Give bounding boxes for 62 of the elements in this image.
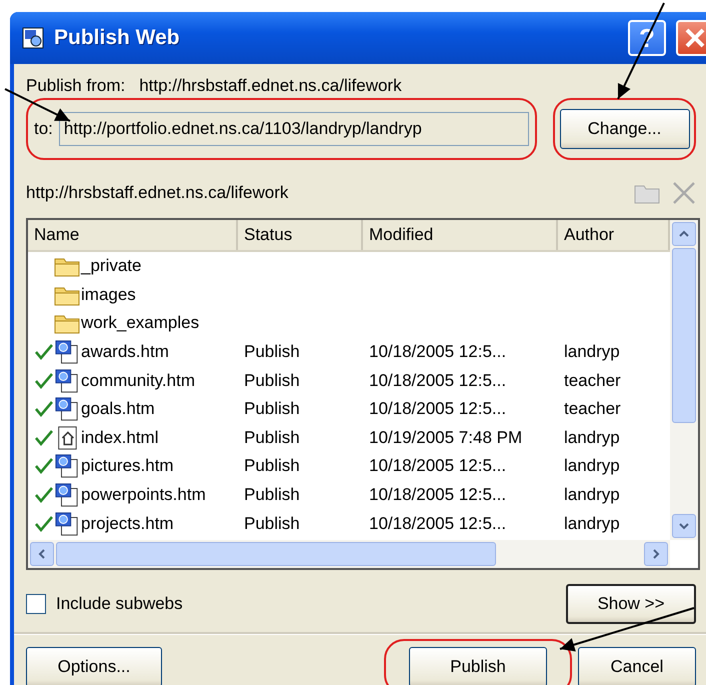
web-page-icon <box>54 512 80 536</box>
author-cell-text: landryp <box>563 485 621 506</box>
horizontal-scrollbar[interactable] <box>28 540 670 568</box>
close-icon <box>684 27 706 49</box>
file-name: goals.htm <box>81 399 155 420</box>
status-cell-text: Publish <box>243 399 301 420</box>
show-button[interactable]: Show >> <box>566 584 696 624</box>
file-name: images <box>81 284 136 305</box>
author-cell-text: landryp <box>563 428 621 448</box>
column-header[interactable]: Modified <box>363 220 558 250</box>
left-caret-icon[interactable] <box>37 549 47 559</box>
file-name: powerpoints.htm <box>81 485 206 506</box>
modified-cell-text: 10/19/2005 7:48 PM <box>368 428 524 448</box>
modified-cell-text: 10/18/2005 12:5... <box>368 370 508 391</box>
window-title: Publish Web <box>54 26 181 50</box>
author-cell-text: teacher <box>563 399 622 420</box>
cancel-button[interactable]: Cancel <box>578 647 696 685</box>
web-page-icon <box>54 454 80 478</box>
modified-cell-text: 10/18/2005 12:5... <box>368 342 508 362</box>
options-button[interactable]: Options... <box>26 647 162 685</box>
file-name: awards.htm <box>81 342 169 362</box>
file-name: pictures.htm <box>81 456 174 476</box>
file-name: index.html <box>81 428 158 448</box>
up-caret-icon[interactable] <box>679 229 689 239</box>
right-caret-icon[interactable] <box>651 549 661 559</box>
status-cell-text: Publish <box>243 485 301 506</box>
file-name: community.htm <box>81 370 195 391</box>
change-button[interactable]: Change... <box>560 109 690 149</box>
column-header[interactable]: Status <box>238 220 363 250</box>
destination-field[interactable]: http://portfolio.ednet.ns.ca/1103/landryp/landryp <box>58 112 530 146</box>
web-page-icon <box>54 340 80 364</box>
field-label: to: <box>34 119 53 139</box>
app-icon <box>22 27 44 49</box>
current-path: http://hrsbstaff.ednet.ns.ca/lifework <box>26 183 290 203</box>
author-cell-text: teacher <box>563 370 622 391</box>
modified-cell-text: 10/18/2005 12:5... <box>368 485 508 506</box>
field-label: Publish from: <box>26 76 126 96</box>
status-cell-text: Publish <box>243 456 301 476</box>
status-cell-text: Publish <box>243 428 301 448</box>
web-page-icon <box>54 368 80 393</box>
checkbox[interactable] <box>26 594 46 614</box>
author-cell-text: landryp <box>563 514 621 534</box>
file-name: projects.htm <box>81 514 174 534</box>
file-name: work_examples <box>81 313 200 334</box>
status-cell-text: Publish <box>243 514 301 534</box>
publish-button[interactable]: Publish <box>409 647 547 685</box>
author-cell-text: landryp <box>563 342 621 362</box>
down-caret-icon[interactable] <box>679 521 689 531</box>
column-header[interactable]: Name <box>28 220 238 250</box>
file-name: _private <box>81 256 142 276</box>
checkbox-label: Include subwebs <box>56 594 184 614</box>
status-cell-text: Publish <box>243 370 301 391</box>
source-url: http://hrsbstaff.ednet.ns.ca/lifework <box>139 76 402 96</box>
modified-cell-text: 10/18/2005 12:5... <box>368 514 508 534</box>
modified-cell-text: 10/18/2005 12:5... <box>368 456 508 476</box>
close-button[interactable] <box>676 20 706 56</box>
modified-cell-text: 10/18/2005 12:5... <box>368 399 508 420</box>
status-cell-text: Publish <box>243 342 301 362</box>
vertical-scrollbar[interactable] <box>670 220 698 540</box>
web-page-icon <box>54 483 80 508</box>
web-page-icon <box>54 397 80 422</box>
author-cell-text: landryp <box>563 456 621 476</box>
